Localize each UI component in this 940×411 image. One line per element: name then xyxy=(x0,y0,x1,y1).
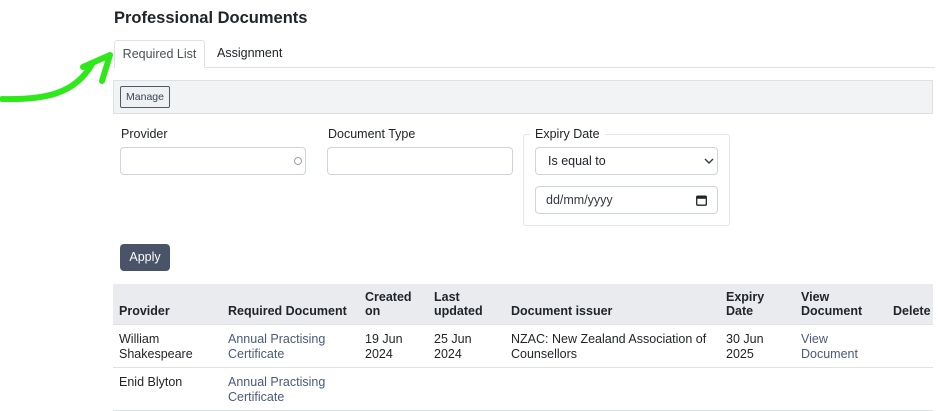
provider-label: Provider xyxy=(121,127,168,141)
calendar-icon[interactable] xyxy=(696,195,707,206)
manage-button[interactable]: Manage xyxy=(120,86,170,108)
cell-delete xyxy=(887,324,933,368)
cell-expiry-date xyxy=(720,367,795,411)
cell-expiry-date: 30 Jun 2025 xyxy=(720,324,795,368)
toolbar xyxy=(113,80,933,114)
table-row: William Shakespeare Annual Practising Ce… xyxy=(113,324,933,368)
document-type-label: Document Type xyxy=(328,127,416,141)
table-row: Enid Blyton Annual Practising Certificat… xyxy=(113,367,933,411)
provider-input[interactable] xyxy=(120,147,306,175)
cell-provider: William Shakespeare xyxy=(113,324,222,368)
column-header-provider: Provider xyxy=(113,284,222,325)
column-header-expiry-date: Expiry Date xyxy=(720,284,795,325)
document-type-input[interactable] xyxy=(327,147,513,175)
documents-table: Provider Required Document Created on La… xyxy=(113,284,933,411)
cell-provider: Enid Blyton xyxy=(113,367,222,411)
cell-created-on: 19 Jun 2024 xyxy=(359,324,428,368)
cell-view-document xyxy=(795,367,887,411)
arrow-head xyxy=(80,52,113,84)
table-header-row: Provider Required Document Created on La… xyxy=(113,284,933,325)
arrow-shaft xyxy=(0,61,95,103)
column-header-document-issuer: Document issuer xyxy=(505,284,720,325)
chevron-down-icon xyxy=(704,158,714,164)
cell-document-issuer: NZAC: New Zealand Association of Counsel… xyxy=(505,324,720,368)
expiry-operator-select[interactable]: Is equal to xyxy=(535,147,718,175)
apply-button[interactable]: Apply xyxy=(120,244,170,271)
tab-required-list[interactable]: Required List xyxy=(114,40,205,68)
required-document-link[interactable]: Annual Practising Certificate xyxy=(228,332,325,361)
required-document-link[interactable]: Annual Practising Certificate xyxy=(228,375,325,404)
cell-last-updated: 25 Jun 2024 xyxy=(428,324,505,368)
column-header-created-on: Created on xyxy=(359,284,428,325)
cell-last-updated xyxy=(428,367,505,411)
column-header-required-document: Required Document xyxy=(222,284,359,325)
column-header-delete: Delete xyxy=(887,284,933,325)
column-header-view-document: View Document xyxy=(795,284,887,325)
tab-assignment[interactable]: Assignment xyxy=(205,40,294,67)
cell-delete xyxy=(887,367,933,411)
annotation-arrow xyxy=(0,52,113,103)
cell-created-on xyxy=(359,367,428,411)
expiry-date-legend: Expiry Date xyxy=(530,127,605,141)
expiry-date-placeholder: dd/mm/yyyy xyxy=(546,193,613,207)
expiry-operator-value: Is equal to xyxy=(548,154,606,168)
expiry-date-input[interactable]: dd/mm/yyyy xyxy=(535,186,718,214)
tabs-divider xyxy=(113,67,935,68)
view-document-link[interactable]: View Document xyxy=(801,332,858,361)
circle-icon xyxy=(294,157,302,165)
column-header-last-updated: Last updated xyxy=(428,284,505,325)
cell-document-issuer xyxy=(505,367,720,411)
page-title: Professional Documents xyxy=(114,9,308,27)
